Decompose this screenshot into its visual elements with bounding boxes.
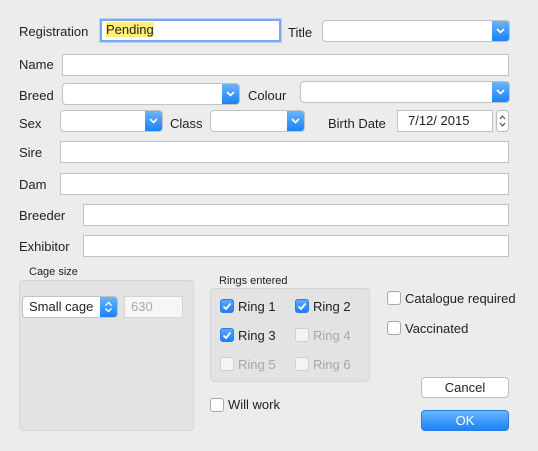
class-select[interactable] <box>210 110 305 132</box>
ring-3-label: Ring 3 <box>238 328 276 343</box>
registration-value: Pending <box>106 22 154 37</box>
chevron-down-icon <box>492 21 509 41</box>
sex-label: Sex <box>19 116 42 131</box>
birth-date-stepper[interactable] <box>496 110 509 132</box>
ring-5-label: Ring 5 <box>238 357 276 372</box>
ring-6-checkbox[interactable] <box>295 357 309 371</box>
checkmark-icon <box>222 302 232 310</box>
title-select[interactable] <box>322 20 510 42</box>
breed-select[interactable] <box>62 83 240 105</box>
stepper-arrows-icon <box>499 115 506 127</box>
chevron-down-icon <box>145 111 162 131</box>
breeder-field[interactable] <box>83 204 509 226</box>
cage-size-value-field[interactable]: 630 <box>124 296 183 318</box>
dam-label: Dam <box>19 177 47 192</box>
checkmark-icon <box>297 302 307 310</box>
birth-date-label: Birth Date <box>328 116 386 131</box>
name-field[interactable] <box>62 54 509 76</box>
exhibitor-label: Exhibitor <box>19 239 70 254</box>
ring-1-label: Ring 1 <box>238 299 276 314</box>
sire-field[interactable] <box>60 141 509 163</box>
chevron-down-icon <box>287 111 304 131</box>
cage-size-label: Cage size <box>29 266 78 278</box>
will-work-label: Will work <box>228 397 280 412</box>
exhibitor-field[interactable] <box>83 235 509 257</box>
ring-2-checkbox[interactable] <box>295 299 309 313</box>
colour-select[interactable] <box>300 81 510 103</box>
will-work-checkbox[interactable] <box>210 398 224 412</box>
sire-label: Sire <box>19 145 43 160</box>
chevron-updown-icon <box>100 297 117 317</box>
title-label: Title <box>288 25 313 40</box>
rings-entered-label: Rings entered <box>219 275 288 287</box>
breed-label: Breed <box>19 88 54 103</box>
catalogue-required-label: Catalogue required <box>405 291 516 306</box>
cage-size-select-value: Small cage <box>29 299 94 314</box>
vaccinated-checkbox[interactable] <box>387 321 401 335</box>
ring-2-label: Ring 2 <box>313 299 351 314</box>
ring-1-checkbox[interactable] <box>220 299 234 313</box>
registration-field[interactable]: Pending <box>100 19 281 42</box>
chevron-down-icon <box>222 84 239 104</box>
ring-4-checkbox[interactable] <box>295 328 309 342</box>
cage-size-select[interactable]: Small cage <box>22 296 118 318</box>
breeder-label: Breeder <box>19 208 66 223</box>
checkmark-icon <box>222 331 232 339</box>
ring-3-checkbox[interactable] <box>220 328 234 342</box>
birth-date-field[interactable]: 7/12/ 2015 <box>397 110 493 132</box>
catalogue-required-checkbox[interactable] <box>387 291 401 305</box>
ring-5-checkbox[interactable] <box>220 357 234 371</box>
cancel-button[interactable]: Cancel <box>421 377 509 398</box>
class-label: Class <box>170 116 203 131</box>
ring-4-label: Ring 4 <box>313 328 351 343</box>
registration-label: Registration <box>19 24 89 39</box>
ring-6-label: Ring 6 <box>313 357 351 372</box>
colour-label: Colour <box>248 88 287 103</box>
ok-button[interactable]: OK <box>421 410 509 431</box>
name-label: Name <box>19 57 54 72</box>
sex-select[interactable] <box>60 110 163 132</box>
chevron-down-icon <box>492 82 509 102</box>
dam-field[interactable] <box>60 173 509 195</box>
vaccinated-label: Vaccinated <box>405 321 469 336</box>
